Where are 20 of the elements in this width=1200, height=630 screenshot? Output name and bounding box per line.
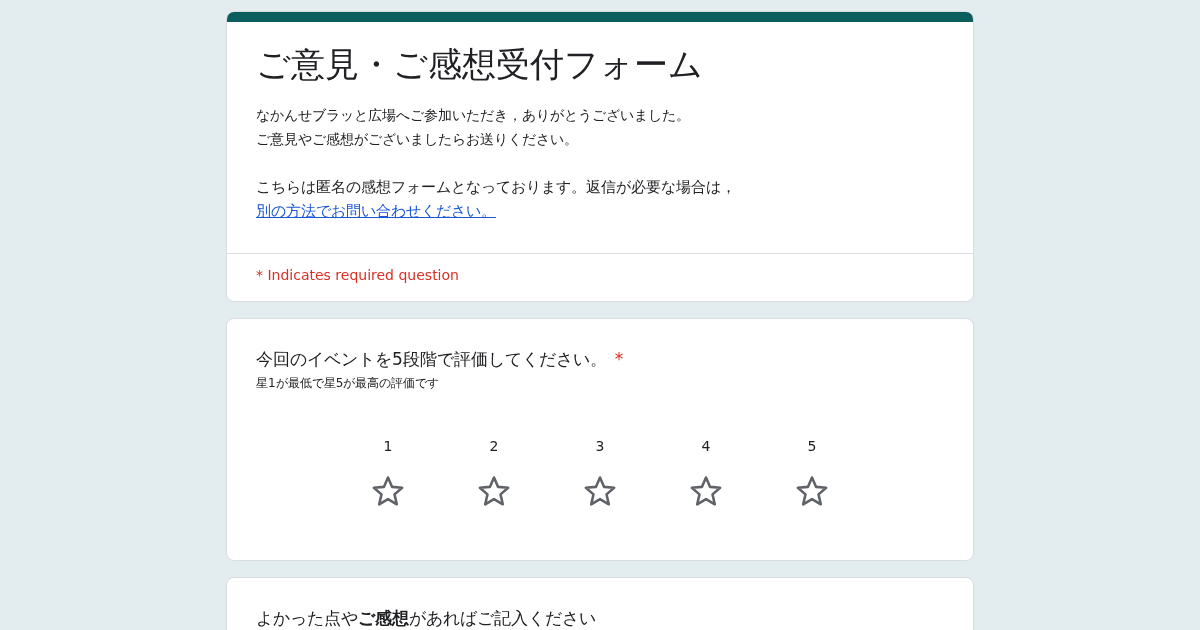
star-icon[interactable] bbox=[583, 473, 617, 508]
rating-label: 5 bbox=[807, 437, 817, 454]
rating-label: 3 bbox=[595, 437, 605, 454]
question-title: よかった点やご感想があればご記入ください bbox=[256, 606, 596, 630]
question-help-text: 星1が最低で星5が最高の評価です bbox=[256, 374, 441, 392]
notice-text: こちらは匿名の感想フォームとなっております。返信が必要な場合は， 別の方法でお問い合わせください。 bbox=[256, 176, 737, 222]
description-text: ご意見やご感想がございましたらお送りください。 bbox=[256, 129, 579, 149]
required-asterisk: * bbox=[614, 347, 624, 371]
star-icon[interactable] bbox=[477, 473, 511, 508]
rating-label: 2 bbox=[489, 437, 499, 454]
form-title: ご意見・ご感想受付フォーム bbox=[256, 44, 704, 85]
question-title: 今回のイベントを5段階で評価してください。 bbox=[256, 347, 607, 371]
rating-label: 1 bbox=[383, 437, 393, 454]
required-note: * Indicates required question bbox=[255, 265, 460, 285]
star-icon[interactable] bbox=[795, 473, 829, 508]
contact-link[interactable]: 別の方法でお問い合わせください。 bbox=[256, 201, 496, 220]
rating-label: 4 bbox=[701, 437, 711, 454]
description-text: なかんせブラッと広場へご参加いただき，ありがとうございました。 bbox=[256, 105, 691, 125]
star-icon[interactable] bbox=[689, 473, 723, 508]
star-icon[interactable] bbox=[371, 473, 405, 508]
